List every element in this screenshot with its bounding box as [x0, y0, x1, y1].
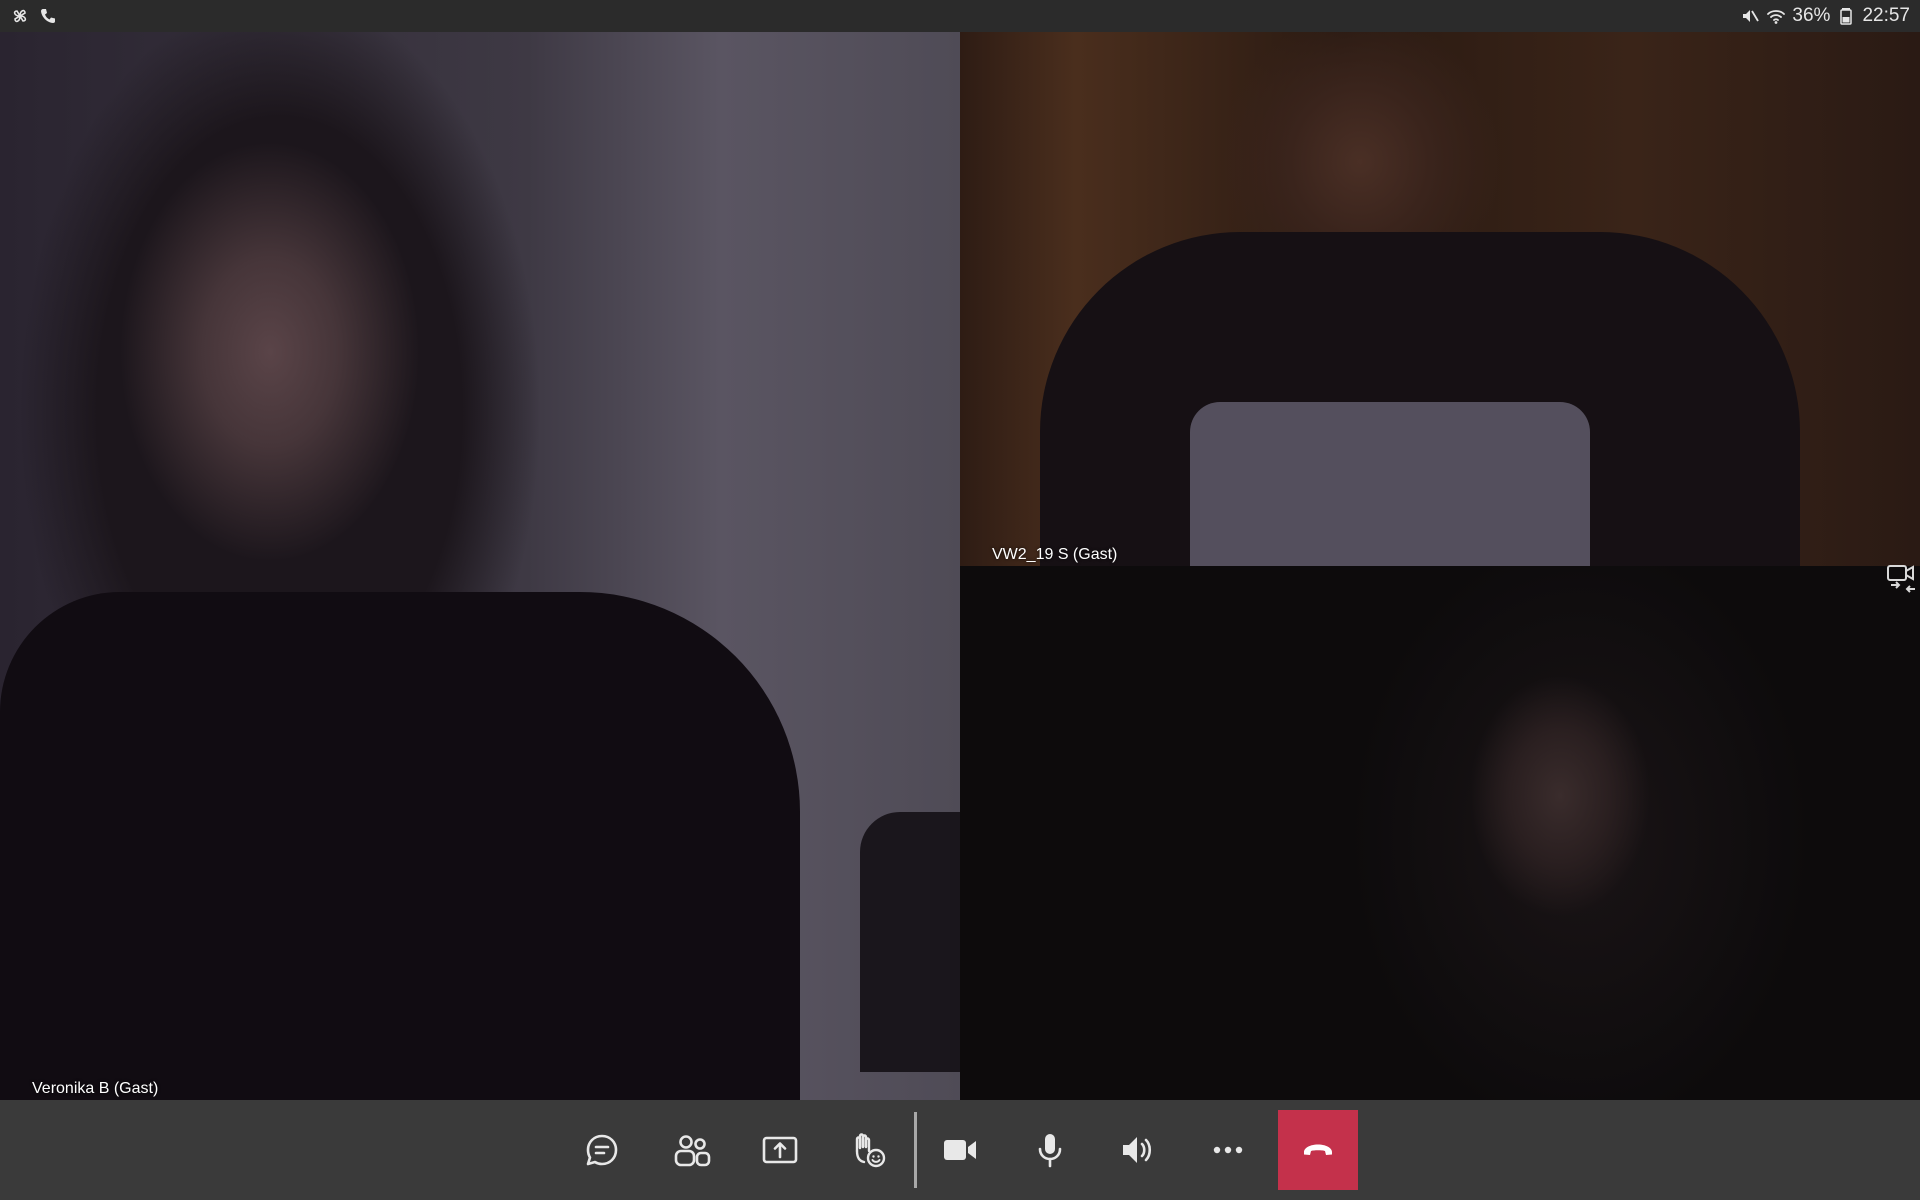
participant-name-label: Veronika B (Gast): [32, 1080, 159, 1097]
share-screen-icon: [760, 1130, 800, 1170]
raise-hand-button[interactable]: [828, 1110, 908, 1190]
participant-silhouette: [0, 592, 800, 1100]
hang-up-button[interactable]: [1278, 1110, 1358, 1190]
hang-up-icon: [1298, 1130, 1338, 1170]
background-chair: [860, 812, 960, 1072]
chat-icon: [582, 1130, 622, 1170]
chat-button[interactable]: [562, 1110, 642, 1190]
battery-percent: 36%: [1792, 5, 1831, 26]
call-toolbar: [0, 1100, 1920, 1200]
people-icon: [672, 1130, 712, 1170]
share-screen-button[interactable]: [740, 1110, 820, 1190]
video-tile-vw2[interactable]: [960, 32, 1920, 566]
clock: 22:57: [1862, 5, 1910, 26]
more-options-button[interactable]: [1188, 1110, 1268, 1190]
participant-name-label: VW2_19 S (Gast): [992, 546, 1118, 563]
video-camera-icon: [940, 1130, 980, 1170]
pinwheel-icon: [10, 6, 30, 26]
mute-icon: [1740, 6, 1760, 26]
status-right: 36% 22:57: [1740, 5, 1910, 27]
microphone-toggle-button[interactable]: [1010, 1110, 1090, 1190]
video-tile-veronika[interactable]: [0, 32, 960, 1100]
switch-camera-icon: [1885, 561, 1919, 600]
wifi-icon: [1766, 6, 1786, 26]
shirt-print: [1190, 402, 1590, 566]
status-bar: 36% 22:57: [0, 0, 1920, 32]
phone-icon: [38, 6, 58, 26]
status-left: [10, 6, 58, 26]
switch-camera-button[interactable]: [1884, 562, 1920, 598]
toolbar-divider: [914, 1112, 917, 1188]
more-options-icon: [1208, 1130, 1248, 1170]
speaker-button[interactable]: [1098, 1110, 1178, 1190]
speaker-icon: [1118, 1130, 1158, 1170]
battery-icon: [1836, 6, 1856, 26]
video-tile-self[interactable]: [960, 566, 1920, 1100]
raise-hand-icon: [848, 1130, 888, 1170]
video-stage: Veronika B (Gast) VW2_19 S (Gast): [0, 32, 1920, 1100]
microphone-icon: [1030, 1130, 1070, 1170]
participants-button[interactable]: [652, 1110, 732, 1190]
camera-toggle-button[interactable]: [920, 1110, 1000, 1190]
